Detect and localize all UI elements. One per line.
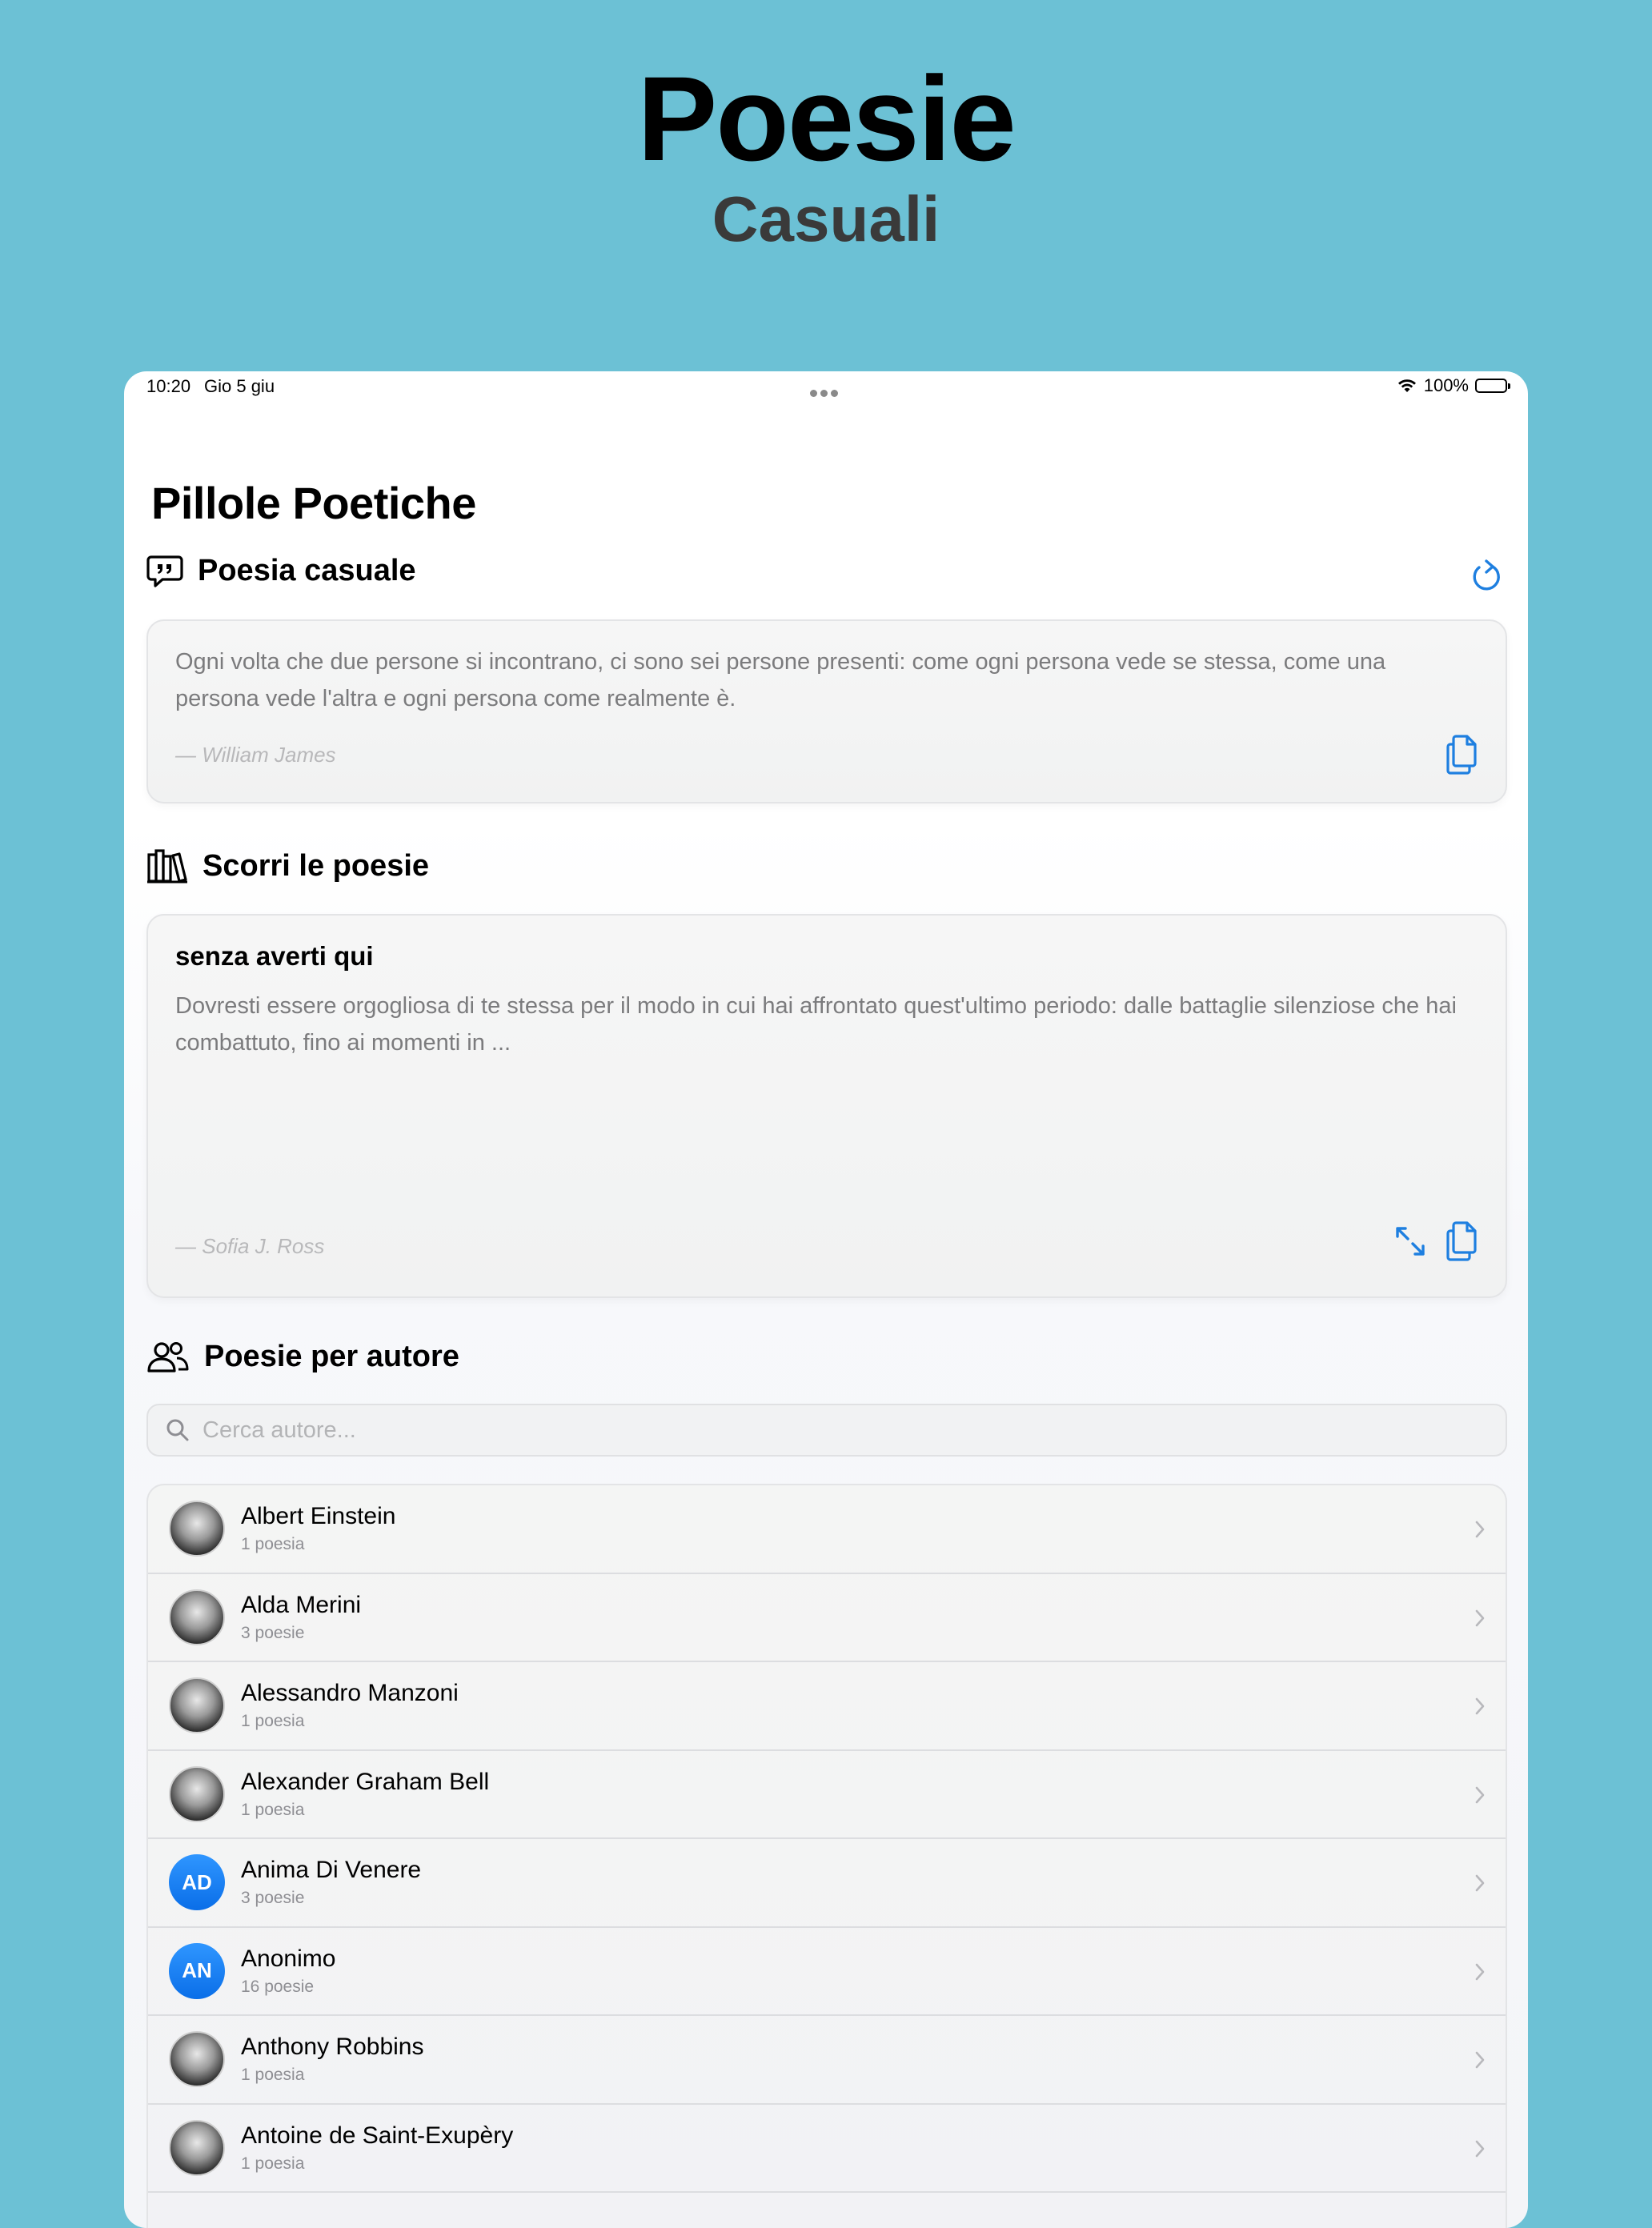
chat-quote-icon [146,555,183,587]
promo-subtitle: Casuali [712,183,940,254]
poem-author: — Sofia J. Ross [175,1234,325,1258]
author-row[interactable]: Antoine de Saint-Exupèry 1 poesia [148,2105,1506,2193]
author-row[interactable]: Alexander Graham Bell 1 poesia [148,1751,1506,1839]
author-poem-count: 3 poesie [241,1623,305,1642]
expand-icon[interactable] [1393,1224,1427,1258]
chevron-right-icon [1475,1963,1485,1980]
author-avatar-photo [169,1677,225,1733]
authors-title: Poesie per autore [204,1340,459,1373]
poem-card[interactable]: senza averti qui Dovresti essere orgogli… [146,914,1507,1298]
refresh-icon[interactable] [1469,557,1504,595]
author-poem-count: 1 poesia [241,2154,305,2173]
author-poem-count: 16 poesie [241,1977,315,1996]
author-name: Alexander Graham Bell [241,1768,490,1795]
author-poem-count: 1 poesia [241,1712,305,1730]
copy-icon[interactable] [1445,733,1480,775]
chevron-right-icon [1475,1609,1485,1626]
author-name: Anthony Robbins [241,2034,424,2060]
chevron-right-icon [1475,1697,1485,1715]
author-poem-count: 3 poesie [241,1889,305,1907]
author-name: Alessandro Manzoni [241,1680,459,1706]
chevron-right-icon [1475,2051,1485,2069]
author-avatar-initials: AD [169,1854,225,1910]
author-row[interactable]: Alessandro Manzoni 1 poesia [148,1662,1506,1751]
chevron-right-icon [1475,2140,1485,2157]
page-title: Pillole Poetiche [151,478,476,528]
author-avatar-photo [169,2119,225,2176]
author-row[interactable]: AN Anonimo 16 poesie [148,1928,1506,2016]
author-name: Anonimo [241,1945,336,1972]
poem-title: senza averti qui [175,941,374,971]
ipad-screen: 10:20 Gio 5 giu 100% Pillole Poetiche Po… [124,371,1528,2228]
author-name: Albert Einstein [241,1503,396,1529]
search-field[interactable] [146,1404,1507,1457]
people-icon [147,1341,189,1372]
random-poem-header: Poesia casuale [146,554,416,588]
author-avatar-initials: AN [169,1942,225,1999]
promo-title: Poesie [637,51,1016,186]
copy-icon[interactable] [1445,1220,1480,1261]
random-poem-card[interactable]: Ogni volta che due persone si incontrano… [146,619,1507,803]
author-name: Alda Merini [241,1591,362,1618]
random-poem-author: — William James [175,743,336,767]
wifi-icon [1397,379,1416,392]
chevron-right-icon [1475,1874,1485,1892]
author-poem-count: 1 poesia [241,2066,305,2084]
status-time: 10:20 [146,376,191,396]
multitasking-dots-icon[interactable] [810,381,842,397]
random-poem-title: Poesia casuale [198,554,416,587]
books-icon [147,849,187,884]
author-row[interactable]: Albert Einstein 1 poesia [148,1485,1506,1574]
status-right: 100% [1397,375,1510,396]
random-poem-text: Ogni volta che due persone si incontrano… [175,649,1386,711]
author-row[interactable]: Anthony Robbins 1 poesia [148,2016,1506,2105]
chevron-right-icon [1475,1521,1485,1538]
status-bar: 10:20 Gio 5 giu 100% [124,371,1528,403]
poem-excerpt: Dovresti essere orgogliosa di te stessa … [175,993,1457,1056]
search-icon [166,1419,189,1441]
browse-poems-title: Scorri le poesie [202,848,430,883]
author-poem-count: 1 poesia [241,1800,305,1819]
authors-header: Poesie per autore [146,1340,459,1374]
author-row[interactable]: Alda Merini 3 poesie [148,1574,1506,1662]
author-poem-count: 1 poesia [241,1535,305,1553]
author-name: Anima Di Venere [241,1857,422,1883]
battery-icon [1475,379,1510,393]
author-name: Antoine de Saint-Exupèry [241,2122,514,2149]
author-avatar-photo [169,2031,225,2087]
author-list: Albert Einstein 1 poesia Alda Merini 3 poes… [146,1484,1507,2228]
author-avatar-photo [169,1765,225,1822]
author-avatar-photo [169,1501,225,1557]
author-avatar-photo [169,1589,225,1645]
browse-poems-header: Scorri le poesie [146,848,429,884]
status-date: Gio 5 giu [204,376,275,396]
battery-percent: 100% [1423,375,1469,395]
chevron-right-icon [1475,1786,1485,1803]
author-row[interactable]: AD Anima Di Venere 3 poesie [148,1839,1506,1928]
search-input[interactable] [202,1417,1403,1444]
